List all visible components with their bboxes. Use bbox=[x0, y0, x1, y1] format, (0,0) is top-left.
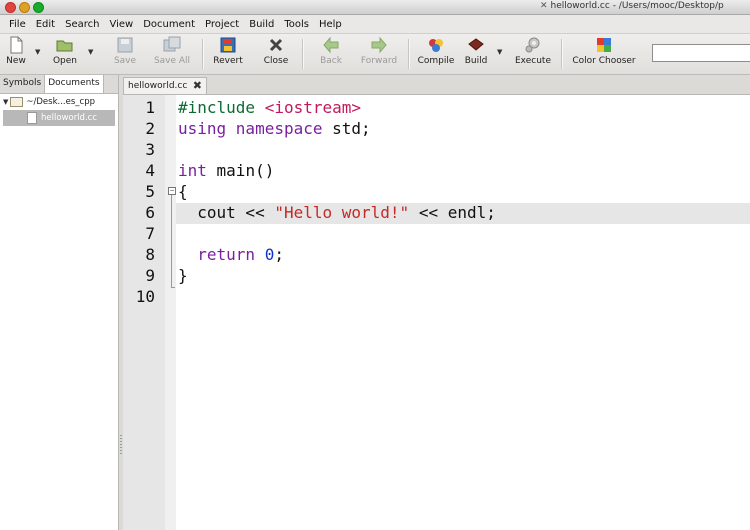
line-number: 1 bbox=[145, 98, 155, 117]
menu-build[interactable]: Build bbox=[244, 19, 279, 30]
window-zoom-button[interactable] bbox=[33, 2, 44, 13]
window-minimize-button[interactable] bbox=[19, 2, 30, 13]
back-arrow-icon bbox=[323, 36, 339, 54]
code-line-4: int main() bbox=[178, 161, 275, 180]
menu-edit[interactable]: Edit bbox=[31, 19, 60, 30]
line-number: 10 bbox=[135, 287, 155, 306]
sidebar-tabs: Symbols Documents bbox=[0, 75, 118, 94]
revert-icon bbox=[220, 37, 236, 53]
code-line-8: return 0; bbox=[178, 245, 284, 264]
folder-icon bbox=[10, 96, 24, 107]
sidebar: Symbols Documents ▼ ~/Desk...es_cpp hello… bbox=[0, 75, 119, 530]
splitter-grip[interactable] bbox=[120, 435, 122, 455]
menu-document[interactable]: Document bbox=[138, 19, 200, 30]
toolbar: New ▼ Open ▼ Save Save All Revert Close bbox=[0, 34, 750, 75]
execute-gears-icon bbox=[525, 37, 540, 53]
save-all-icon bbox=[163, 36, 181, 52]
color-palette-icon bbox=[597, 38, 611, 52]
tab-symbols[interactable]: Symbols bbox=[0, 75, 46, 93]
toolbar-search-input[interactable] bbox=[652, 44, 750, 62]
window-title: ✕ helloworld.cc - /Users/mooc/Desktop/p bbox=[540, 1, 724, 11]
save-all-button[interactable]: Save All bbox=[152, 36, 192, 66]
forward-button[interactable]: Forward bbox=[358, 36, 400, 66]
document-icon: ✕ bbox=[540, 1, 548, 11]
compile-icon bbox=[429, 39, 443, 52]
close-button[interactable]: Close bbox=[260, 36, 292, 66]
toolbar-separator bbox=[561, 39, 563, 69]
build-dropdown-arrow-icon[interactable]: ▼ bbox=[497, 48, 502, 56]
menu-search[interactable]: Search bbox=[60, 19, 104, 30]
toolbar-separator bbox=[302, 39, 304, 69]
line-number: 6 bbox=[145, 203, 155, 222]
menu-help[interactable]: Help bbox=[314, 19, 347, 30]
back-button[interactable]: Back bbox=[316, 36, 346, 66]
title-bar: ✕ helloworld.cc - /Users/mooc/Desktop/p bbox=[0, 0, 750, 15]
expand-arrow-icon[interactable]: ▼ bbox=[3, 94, 8, 110]
menu-file[interactable]: File bbox=[4, 19, 31, 30]
line-number: 5 bbox=[145, 182, 155, 201]
code-line-2: using namespace std; bbox=[178, 119, 371, 138]
new-button[interactable]: New bbox=[4, 36, 28, 66]
tree-file-row[interactable]: helloworld.cc bbox=[3, 110, 115, 126]
fold-margin bbox=[165, 95, 176, 530]
toolbar-separator bbox=[202, 39, 204, 69]
line-number: 8 bbox=[145, 245, 155, 264]
build-button[interactable]: Build bbox=[462, 36, 490, 66]
toolbar-separator bbox=[408, 39, 410, 69]
open-dropdown-arrow-icon[interactable]: ▼ bbox=[88, 48, 93, 56]
compile-button[interactable]: Compile bbox=[415, 36, 457, 66]
revert-button[interactable]: Revert bbox=[211, 36, 245, 66]
fold-guide bbox=[171, 195, 172, 287]
window-close-button[interactable] bbox=[5, 2, 16, 13]
code-line-1: #include <iostream> bbox=[178, 98, 362, 117]
close-tab-icon[interactable]: ✖ bbox=[193, 78, 202, 94]
forward-arrow-icon bbox=[371, 36, 387, 54]
line-number: 7 bbox=[145, 224, 155, 243]
menu-tools[interactable]: Tools bbox=[279, 19, 314, 30]
close-x-icon bbox=[269, 38, 283, 52]
build-brick-icon bbox=[468, 38, 484, 51]
line-number: 9 bbox=[145, 266, 155, 285]
menu-view[interactable]: View bbox=[104, 19, 138, 30]
fold-guide-end bbox=[171, 287, 175, 288]
color-chooser-button[interactable]: Color Chooser bbox=[569, 36, 639, 66]
code-line-9: } bbox=[178, 266, 188, 285]
new-file-icon bbox=[10, 36, 23, 54]
open-button[interactable]: Open bbox=[52, 36, 78, 66]
file-icon bbox=[27, 111, 37, 124]
tree-folder-row[interactable]: ▼ ~/Desk...es_cpp bbox=[0, 94, 118, 110]
editor-tab-bar: helloworld.cc ✖ bbox=[123, 75, 750, 95]
menu-bar: File Edit Search View Document Project B… bbox=[0, 15, 750, 34]
execute-button[interactable]: Execute bbox=[512, 36, 554, 66]
line-number: 3 bbox=[145, 140, 155, 159]
save-disk-icon bbox=[117, 37, 133, 53]
open-folder-icon bbox=[56, 40, 73, 52]
line-number: 4 bbox=[145, 161, 155, 180]
save-button[interactable]: Save bbox=[112, 36, 138, 66]
menu-project[interactable]: Project bbox=[200, 19, 244, 30]
editor-tab[interactable]: helloworld.cc ✖ bbox=[123, 77, 207, 94]
code-line-6: cout << "Hello world!" << endl; bbox=[178, 203, 496, 222]
line-number: 2 bbox=[145, 119, 155, 138]
new-dropdown-arrow-icon[interactable]: ▼ bbox=[35, 48, 40, 56]
tab-documents[interactable]: Documents bbox=[45, 75, 104, 93]
code-line-5: { bbox=[178, 182, 188, 201]
fold-collapse-icon[interactable]: − bbox=[168, 187, 176, 195]
